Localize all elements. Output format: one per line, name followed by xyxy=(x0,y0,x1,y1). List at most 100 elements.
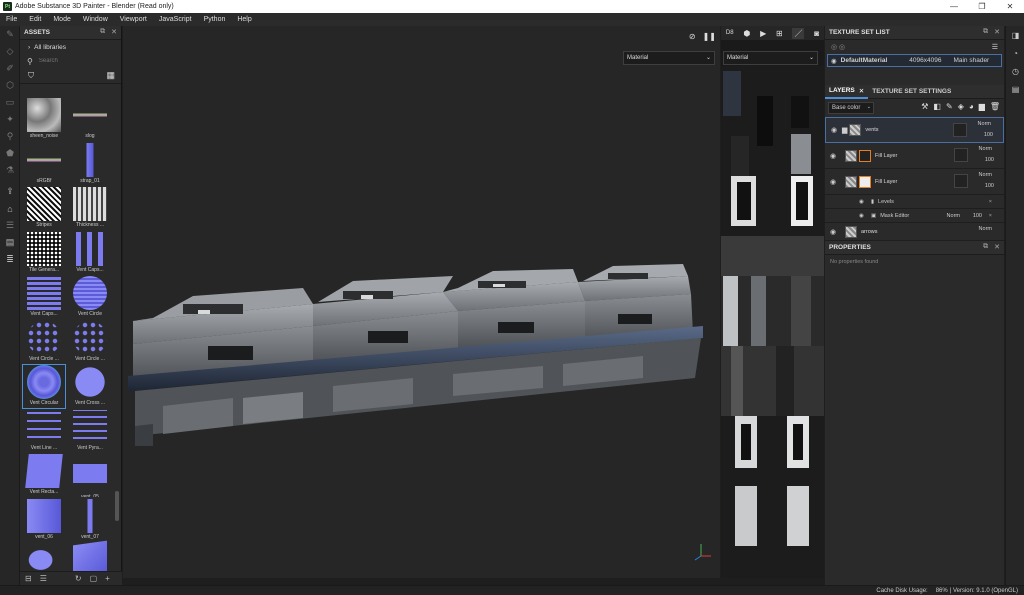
undock-icon[interactable]: ⧉ xyxy=(983,243,988,251)
bake-icon[interactable]: ⌂ xyxy=(0,200,20,217)
history-icon[interactable]: ☰ xyxy=(0,217,20,234)
visibility-toggle-icon[interactable]: ◎ ◎ xyxy=(831,43,845,51)
remove-effect-icon[interactable]: × xyxy=(989,199,992,205)
assets-scrollbar[interactable] xyxy=(115,491,119,521)
channel-select[interactable]: Base color ⌄ xyxy=(828,102,874,114)
geometry-mask-tool-icon[interactable]: ⬡ xyxy=(0,77,20,94)
add-paint-layer-icon[interactable]: ✎ xyxy=(946,102,953,111)
add-fill-layer-icon[interactable]: ◈ xyxy=(958,102,964,111)
menu-edit[interactable]: Edit xyxy=(23,16,47,23)
layer-row[interactable]: ◉ arrows Norm xyxy=(825,223,1004,241)
add-folder-icon[interactable]: ▆ xyxy=(979,102,985,111)
document-icon[interactable]: ▤ xyxy=(0,234,20,251)
history-icon[interactable]: ◷ xyxy=(1006,62,1024,80)
clone-tool-icon[interactable]: ▭ xyxy=(0,94,20,111)
layer-blend-mode[interactable]: Norm xyxy=(979,172,992,178)
mask-editor-opacity[interactable]: 100 xyxy=(973,213,982,219)
eye-icon[interactable]: ◉ xyxy=(827,152,839,160)
asset-item[interactable]: Stripes xyxy=(23,187,65,230)
asset-item[interactable]: Vent Line ... xyxy=(23,409,65,453)
maximize-button[interactable]: ❐ xyxy=(968,0,996,13)
asset-item[interactable]: Vent Circle xyxy=(69,276,111,319)
texture-set-row[interactable]: ◉ DefaultMaterial 4096x4096 Main shader xyxy=(827,54,1002,67)
polygon-fill-tool-icon[interactable]: ⬟ xyxy=(0,145,20,162)
layer-row[interactable]: ◉ Fill Layer Norm 100 xyxy=(825,169,1004,195)
asset-item[interactable]: Vent Pyra... xyxy=(69,409,111,453)
close-panel-icon[interactable]: ✕ xyxy=(111,28,117,36)
layer-opacity[interactable]: 100 xyxy=(984,132,993,138)
layer-row[interactable]: ◉ ▆ vents Norm 100 xyxy=(825,117,1004,143)
viewport-3d[interactable]: ⊘ ❚❚ Material ⌄ xyxy=(123,26,720,578)
eraser-tool-icon[interactable]: ◇ xyxy=(0,43,20,60)
menu-help[interactable]: Help xyxy=(231,16,257,23)
uv-view-2d[interactable]: D8 ⬢ ▶ ⊞ ／ ◙ Material ⌄ xyxy=(721,26,824,578)
material-picker-tool-icon[interactable]: ⚗ xyxy=(0,162,20,179)
sort-icon[interactable]: ☰ xyxy=(40,574,47,583)
menu-javascript[interactable]: JavaScript xyxy=(153,16,198,23)
layer-blend-mode[interactable]: Norm xyxy=(978,121,991,127)
projection-tool-icon[interactable]: ✐ xyxy=(0,60,20,77)
asset-item[interactable]: Vent Circular xyxy=(22,364,66,410)
effect-levels-row[interactable]: ◉ ▮ Levels × xyxy=(825,195,1004,209)
eye-icon[interactable]: ◉ xyxy=(827,228,839,236)
close-tab-icon[interactable]: ✕ xyxy=(859,87,864,95)
delete-layer-icon[interactable]: 🗑 xyxy=(990,102,1000,111)
close-panel-icon[interactable]: ✕ xyxy=(994,28,1000,36)
menu-file[interactable]: File xyxy=(0,16,23,23)
close-window-button[interactable]: ✕ xyxy=(996,0,1024,13)
minimize-button[interactable]: — xyxy=(940,0,968,13)
menu-window[interactable]: Window xyxy=(77,16,114,23)
import-icon[interactable]: ⊟ xyxy=(25,574,32,583)
asset-item[interactable]: vent_07 xyxy=(69,498,111,542)
paint-brush-tool-icon[interactable]: ✎ xyxy=(0,26,20,43)
menu-viewport[interactable]: Viewport xyxy=(114,16,153,23)
folder-icon[interactable]: ▢ xyxy=(90,574,98,583)
asset-item[interactable]: vent_05 xyxy=(69,454,111,497)
asset-item[interactable]: Vent Caps... xyxy=(69,231,111,275)
effect-mask-editor-row[interactable]: ◉ ▣ Mask Editor Norm 100 × xyxy=(825,209,1004,223)
search-input[interactable] xyxy=(38,58,109,64)
asset-item[interactable]: Vent Recta... xyxy=(23,454,65,497)
refresh-icon[interactable]: ↻ xyxy=(75,574,82,583)
asset-item[interactable]: sRGBf xyxy=(23,142,65,186)
export-icon[interactable]: ⇪ xyxy=(0,183,20,200)
layer-blend-mode[interactable]: Norm xyxy=(979,146,992,152)
menu-mode[interactable]: Mode xyxy=(47,16,77,23)
add-effect-icon[interactable]: ⚒ xyxy=(921,102,928,111)
eye-icon[interactable]: ◉ xyxy=(828,126,840,134)
texture-set-icon[interactable]: ◨ xyxy=(1006,26,1024,44)
eye-icon[interactable]: ◉ xyxy=(859,213,864,219)
asset-item[interactable]: Vent Circle ... xyxy=(69,320,111,364)
eye-icon[interactable]: ◉ xyxy=(831,57,837,65)
undock-icon[interactable]: ⧉ xyxy=(100,28,105,36)
asset-item[interactable]: sheen_noise xyxy=(23,98,65,141)
add-smart-material-icon[interactable]: ◕ xyxy=(969,102,974,111)
library-selector[interactable]: › All libraries xyxy=(20,40,121,54)
close-panel-icon[interactable]: ✕ xyxy=(994,243,1000,251)
display-settings-icon[interactable]: ◔ xyxy=(1006,44,1024,62)
texture-set-menu-icon[interactable]: ☰ xyxy=(992,43,998,51)
eye-icon[interactable]: ◉ xyxy=(859,199,864,205)
layer-blend-mode[interactable]: Norm xyxy=(979,226,992,232)
asset-item[interactable]: Tile Genera... xyxy=(23,231,65,275)
add-asset-icon[interactable]: + xyxy=(105,574,110,583)
asset-item[interactable]: strap_01 xyxy=(69,142,111,186)
asset-item[interactable]: Vent Circle ... xyxy=(23,320,65,364)
log-icon[interactable]: ▤ xyxy=(1006,80,1024,98)
eye-icon[interactable]: ◉ xyxy=(827,178,839,186)
tab-layers[interactable]: LAYERS ✕ xyxy=(825,85,869,99)
layers-stack-icon[interactable]: ≣ xyxy=(0,251,20,268)
asset-item[interactable]: Thickness ... xyxy=(69,187,111,230)
layer-opacity[interactable]: 100 xyxy=(985,183,994,189)
grid-view-icon[interactable]: ▦ xyxy=(106,70,115,81)
menu-python[interactable]: Python xyxy=(198,16,232,23)
mask-editor-blend[interactable]: Norm xyxy=(947,213,960,219)
undock-icon[interactable]: ⧉ xyxy=(983,28,988,36)
asset-item[interactable]: Vent Cross ... xyxy=(69,365,111,408)
filter-icon[interactable]: ⛉ xyxy=(28,71,34,81)
tab-texture-set-settings[interactable]: TEXTURE SET SETTINGS xyxy=(868,85,955,99)
remove-effect-icon[interactable]: × xyxy=(989,213,992,219)
add-mask-icon[interactable]: ◧ xyxy=(933,102,941,111)
layer-row[interactable]: ◉ Fill Layer Norm 100 xyxy=(825,143,1004,169)
asset-item[interactable]: slog xyxy=(69,98,111,141)
